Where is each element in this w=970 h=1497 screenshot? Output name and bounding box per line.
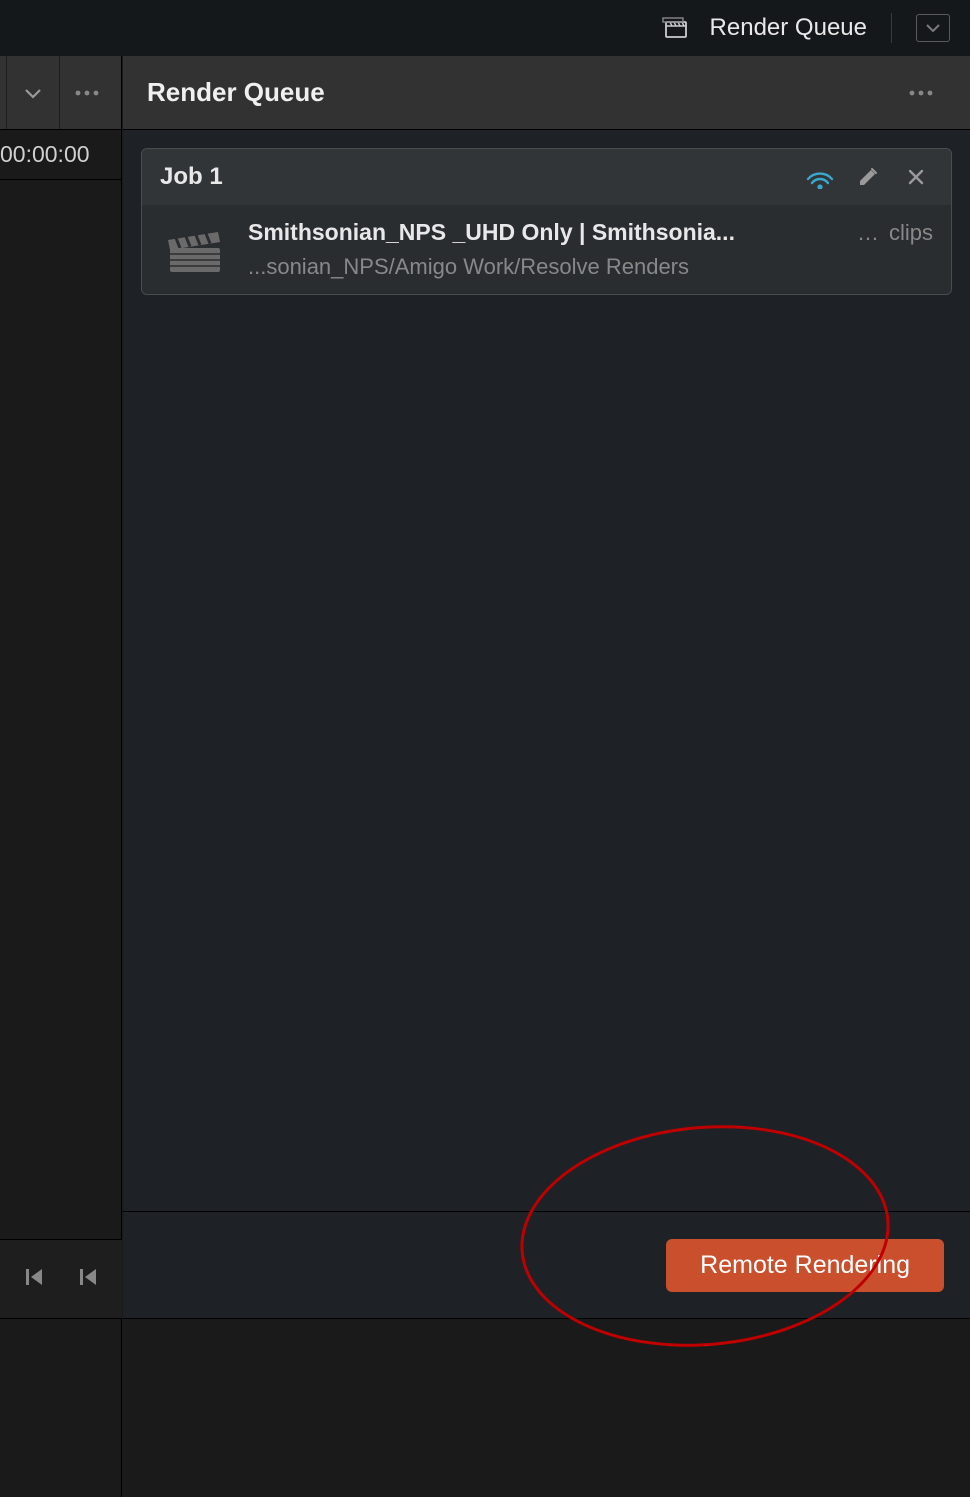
remote-status-icon[interactable] (803, 160, 837, 194)
workspace-dropdown-button[interactable] (916, 14, 950, 42)
timecode-display: 00:00:00 (0, 141, 90, 168)
job-body: Smithsonian_NPS _UHD Only | Smithsonia..… (142, 205, 951, 294)
panel-options-button[interactable] (896, 89, 946, 97)
job-title: Job 1 (160, 163, 789, 191)
render-queue-tab-label[interactable]: Render Queue (710, 14, 867, 42)
render-action-bar: Remote Rendering (123, 1211, 970, 1319)
prev-clip-icon[interactable] (77, 1266, 99, 1293)
transport-bar (0, 1239, 122, 1319)
render-queue-tab-icon (662, 15, 692, 41)
clapperboard-icon (160, 222, 228, 278)
remove-job-button[interactable] (899, 160, 933, 194)
render-job-card[interactable]: Job 1 (141, 148, 952, 295)
job-output-path: ...sonian_NPS/Amigo Work/Resolve Renders (248, 254, 933, 280)
goto-start-icon[interactable] (24, 1266, 46, 1293)
bottom-spacer (123, 1319, 970, 1497)
left-panel-options-button[interactable] (59, 56, 115, 129)
timecode-row: 00:00:00 (0, 130, 121, 180)
edit-job-button[interactable] (851, 160, 885, 194)
job-timeline-name: Smithsonian_NPS _UHD Only | Smithsonia..… (248, 219, 847, 246)
job-header: Job 1 (142, 149, 951, 205)
left-timeline-strip: 00:00:00 (0, 56, 122, 1497)
ellipsis-icon: … (857, 220, 879, 246)
top-divider (891, 13, 892, 43)
remote-rendering-button[interactable]: Remote Rendering (666, 1239, 944, 1292)
clips-label: clips (889, 220, 933, 246)
left-header-row (0, 56, 121, 130)
render-queue-panel: Render Queue Job 1 (123, 56, 970, 1497)
left-panel-toggle-button[interactable] (6, 56, 59, 129)
panel-header: Render Queue (123, 56, 970, 130)
job-text-column: Smithsonian_NPS _UHD Only | Smithsonia..… (248, 219, 933, 280)
queue-body: Job 1 (123, 130, 970, 1211)
workspace-top-bar: Render Queue (0, 0, 970, 56)
panel-title: Render Queue (147, 77, 896, 108)
